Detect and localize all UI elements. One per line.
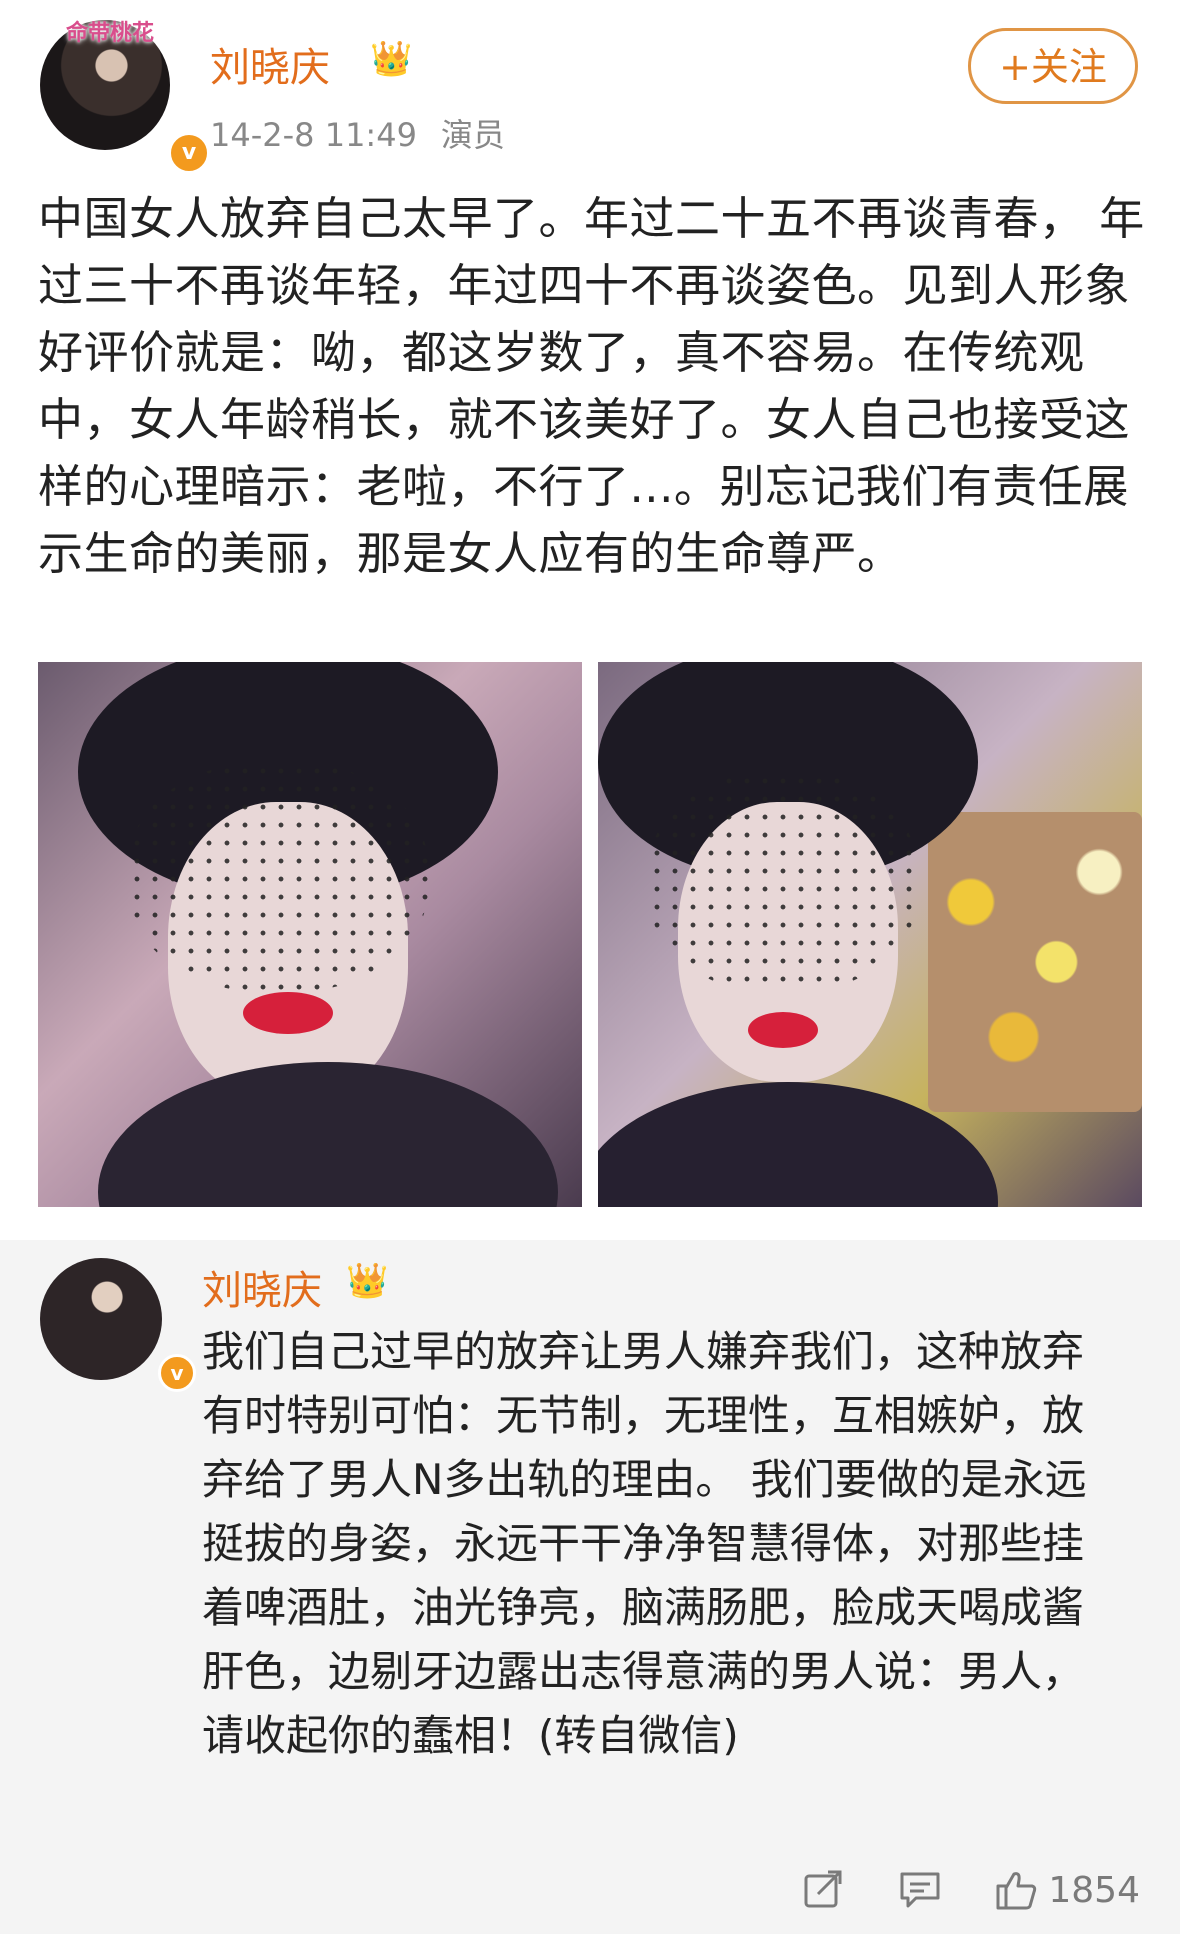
post-image-1[interactable] — [38, 662, 582, 1207]
post-time: 14-2-8 11:49 — [210, 116, 417, 154]
photo-lips-shape — [748, 1012, 818, 1048]
repost-author-avatar[interactable]: v — [40, 1258, 196, 1392]
action-bar: 1854 — [750, 1860, 1140, 1920]
share-button[interactable] — [802, 1868, 846, 1912]
like-count: 1854 — [1048, 1869, 1140, 1911]
verified-badge-icon: v — [168, 132, 210, 174]
verified-badge-icon: v — [158, 1354, 196, 1392]
photo-veil-shape — [128, 762, 428, 992]
comment-icon — [900, 1872, 940, 1908]
crown-icon: 👑 — [370, 39, 413, 79]
post-images — [38, 662, 1142, 1207]
repost-text: 我们自己过早的放弃让男人嫌弃我们，这种放弃有时特别可怕：无节制，无理性，互相嫉妒… — [202, 1327, 1087, 1760]
post-header: 命带桃花 v 刘晓庆 👑 14-2-8 11:49 演员 +关注 — [0, 0, 1180, 174]
photo-dress-shape — [98, 1062, 558, 1207]
share-icon — [804, 1870, 842, 1908]
photo-veil-shape — [648, 772, 918, 992]
like-button[interactable]: 1854 — [994, 1868, 1140, 1912]
photo-lips-shape — [243, 992, 333, 1034]
crown-icon: 👑 — [346, 1261, 389, 1301]
author-name[interactable]: 刘晓庆 — [210, 35, 330, 93]
post-source: 演员 — [440, 116, 505, 154]
repost-card[interactable]: v 刘晓庆 👑 我们自己过早的放弃让男人嫌弃我们，这种放弃有时特别可怕：无节制，… — [0, 1240, 1180, 1934]
post-text: 中国女人放弃自己太早了。年过二十五不再谈青春， 年过三十不再谈年轻，年过四十不再… — [38, 192, 1145, 580]
avatar-badge-text: 命带桃花 — [65, 21, 154, 46]
author-avatar[interactable]: 命带桃花 v — [40, 20, 210, 174]
repost-author-name[interactable]: 刘晓庆 — [202, 1258, 322, 1316]
post-image-2[interactable] — [598, 662, 1142, 1207]
post-meta: 14-2-8 11:49 演员 — [210, 110, 505, 156]
comment-button[interactable] — [898, 1868, 942, 1912]
like-icon — [996, 1872, 1037, 1910]
follow-button[interactable]: +关注 — [968, 28, 1138, 104]
photo-flowers-shape — [928, 812, 1142, 1112]
